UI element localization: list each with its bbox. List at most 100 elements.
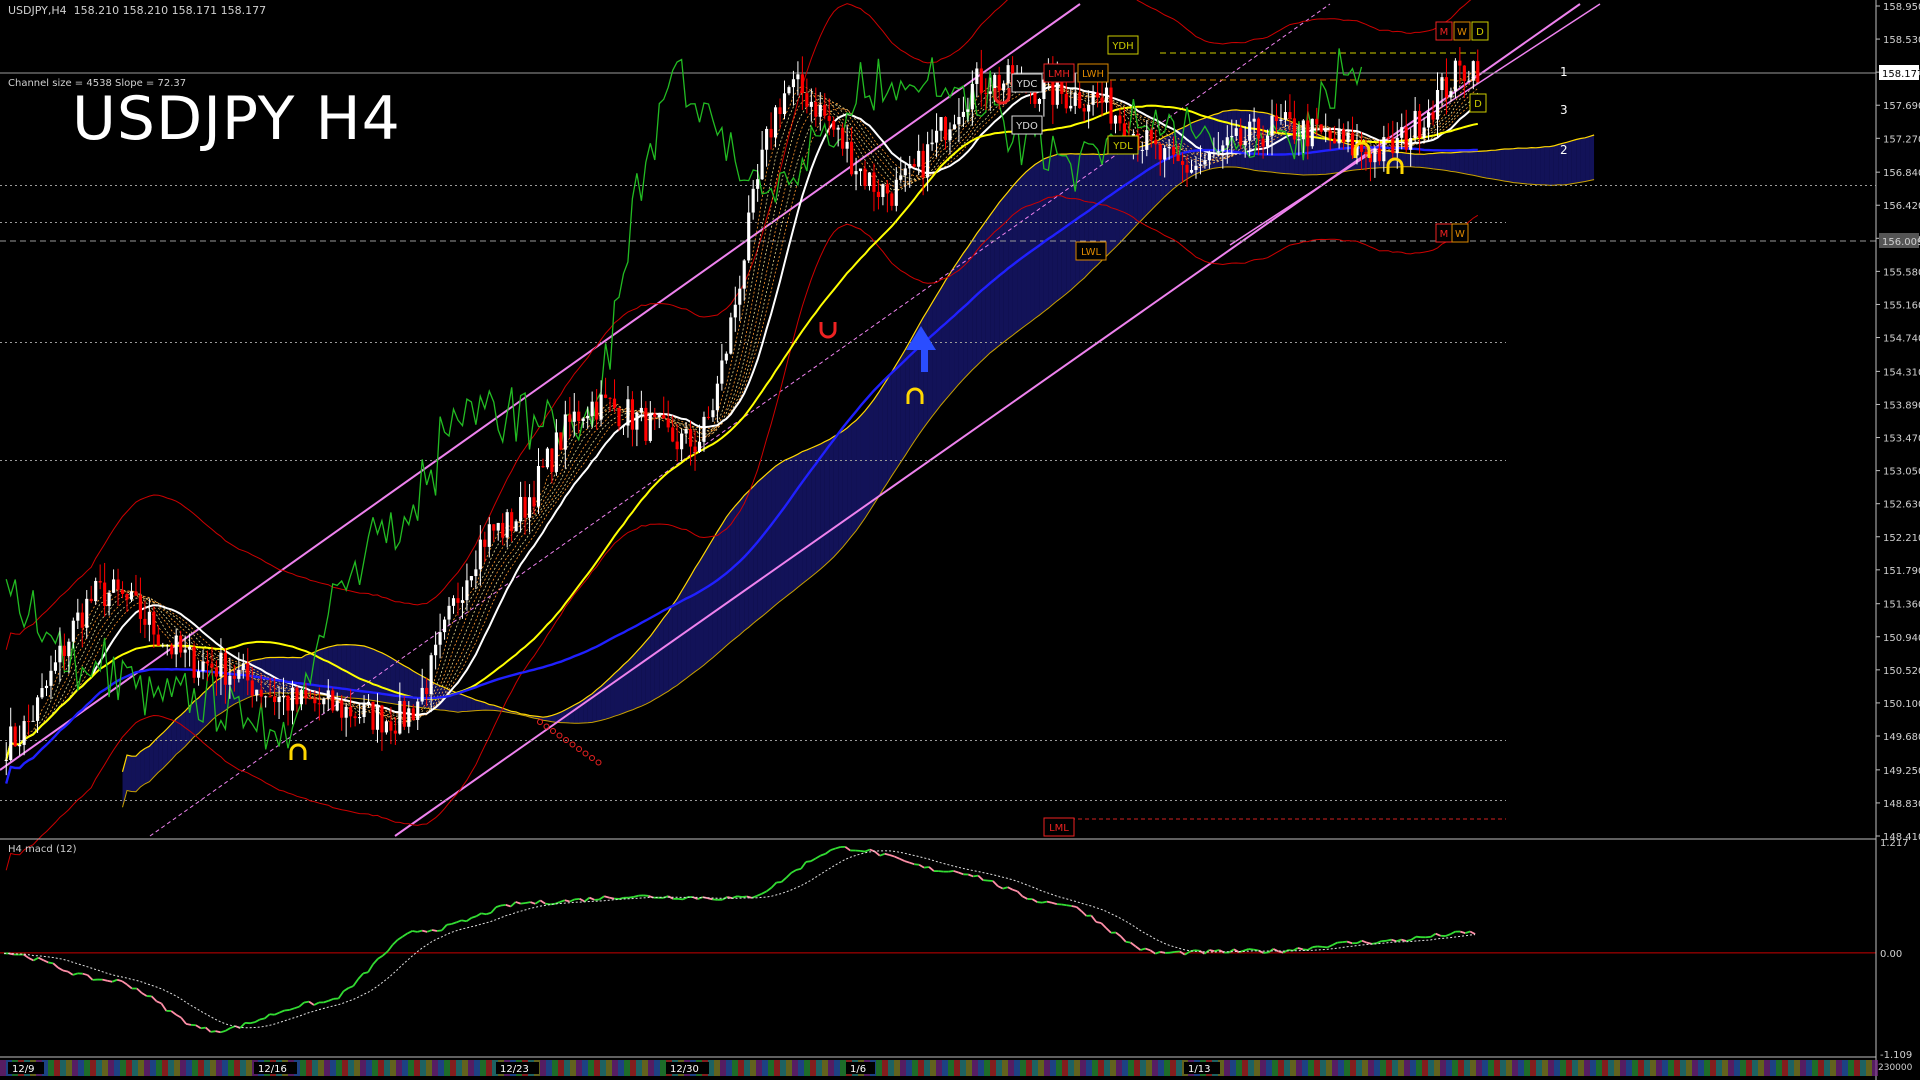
candle-body <box>1346 132 1350 143</box>
time-strip-cell <box>600 1060 606 1076</box>
candle-body <box>174 635 178 655</box>
time-strip-cell <box>786 1060 792 1076</box>
candle-body <box>505 512 509 538</box>
candle-body <box>255 689 259 696</box>
macd-line-segment <box>107 979 113 983</box>
time-strip-cell <box>234 1060 240 1076</box>
time-strip-cell <box>1674 1060 1680 1076</box>
candle-body <box>738 288 742 305</box>
candle-body <box>116 579 120 590</box>
symbol-timeframe: USDJPY,H4 <box>8 4 67 17</box>
candle-body <box>1087 104 1091 112</box>
ichimoku-cloud-segment <box>636 646 642 708</box>
time-strip-cell <box>174 1060 180 1076</box>
ichimoku-cloud-segment <box>1535 147 1541 185</box>
candle-body <box>1100 97 1104 103</box>
candle-body <box>850 141 854 175</box>
candle-body <box>970 83 974 110</box>
macd-line-segment <box>337 990 345 999</box>
macd-line-segment <box>1160 951 1166 954</box>
candle-body <box>903 168 907 176</box>
macd-line-segment <box>1115 931 1122 938</box>
candle-body <box>1471 61 1475 81</box>
candle-body <box>228 675 232 685</box>
ichimoku-cloud-segment <box>641 641 646 707</box>
ichimoku-cloud-segment <box>726 511 731 646</box>
macd-line-segment <box>844 846 851 852</box>
level-label-text: LWL <box>1081 247 1102 258</box>
macd-line-segment <box>495 904 502 909</box>
ichimoku-cloud-segment <box>847 423 852 542</box>
macd-line-segment <box>889 854 895 858</box>
candle-body <box>715 383 719 411</box>
time-strip-cell <box>1368 1060 1374 1076</box>
ichimoku-cloud-segment <box>1567 140 1572 185</box>
candle-body <box>1386 137 1390 139</box>
ichimoku-cloud-segment <box>1008 186 1013 339</box>
time-strip-cell <box>918 1060 924 1076</box>
level-label-text: D <box>1474 99 1482 110</box>
time-strip-cell <box>1464 1060 1470 1076</box>
macd-line-segment <box>1061 903 1067 907</box>
ichimoku-cloud-segment <box>672 598 678 689</box>
time-strip-cell <box>1152 1060 1158 1076</box>
time-strip-cell <box>1404 1060 1410 1076</box>
macd-line-segment <box>1125 940 1131 944</box>
macd-line-segment <box>1415 935 1422 939</box>
candle-body <box>1149 130 1153 140</box>
candle-body <box>1145 130 1149 150</box>
level-label-text: LMH <box>1048 69 1070 80</box>
candle-body <box>742 260 746 289</box>
time-strip-cell <box>606 1060 612 1076</box>
ichimoku-cloud-segment <box>408 668 414 707</box>
macd-line-segment <box>1430 932 1437 938</box>
ichimoku-cloud-segment <box>869 399 874 512</box>
candle-body <box>554 432 558 472</box>
ichimoku-cloud-segment <box>1330 138 1335 174</box>
candle-body <box>1073 92 1077 106</box>
time-strip-cell <box>1434 1060 1440 1076</box>
time-strip-cell <box>942 1060 948 1076</box>
time-strip-cell <box>1644 1060 1650 1076</box>
macd-line-segment <box>150 995 158 1002</box>
time-strip-cell <box>1038 1060 1044 1076</box>
candle-body <box>246 663 250 681</box>
ichimoku-cloud-segment <box>1518 148 1523 184</box>
macd-line-segment <box>859 849 866 853</box>
price-tag-label: 156.009 <box>1882 237 1920 248</box>
macd-line-segment <box>279 1009 285 1014</box>
ichimoku-cloud-segment <box>632 651 637 710</box>
macd-line-segment <box>820 852 826 857</box>
candle-body <box>711 410 715 418</box>
time-strip-cell <box>738 1060 744 1076</box>
ichimoku-cloud-segment <box>144 746 150 784</box>
candle-body <box>219 652 223 677</box>
candle-body <box>1426 112 1431 128</box>
candle-body <box>1310 118 1314 147</box>
level-label-text: YDH <box>1111 41 1133 52</box>
ichimoku-cloud-segment <box>1030 164 1035 322</box>
ichimoku-cloud-segment <box>1410 153 1416 168</box>
candle-body <box>957 116 961 125</box>
candle-body <box>1315 118 1319 125</box>
ichimoku-cloud-segment <box>279 657 284 693</box>
time-strip-cell <box>1386 1060 1392 1076</box>
time-strip-cell <box>1488 1060 1494 1076</box>
candle-body <box>1373 148 1377 163</box>
ichimoku-cloud-segment <box>686 575 691 679</box>
candle-body <box>599 394 603 420</box>
time-strip-cell <box>1872 1060 1878 1076</box>
macd-line-segment <box>407 930 413 935</box>
candle-body <box>912 164 916 167</box>
candle-body <box>568 414 572 422</box>
time-strip-cell <box>480 1060 486 1076</box>
time-strip-cell <box>1482 1060 1488 1076</box>
candle-body <box>223 652 227 685</box>
time-strip-cell <box>1380 1060 1386 1076</box>
ichimoku-cloud-segment <box>654 624 660 700</box>
macd-line-segment <box>1145 947 1151 952</box>
macd-line-segment <box>441 924 448 931</box>
candle-body <box>948 129 952 141</box>
candle-body <box>1180 161 1185 165</box>
ichimoku-cloud-segment <box>1048 155 1053 309</box>
